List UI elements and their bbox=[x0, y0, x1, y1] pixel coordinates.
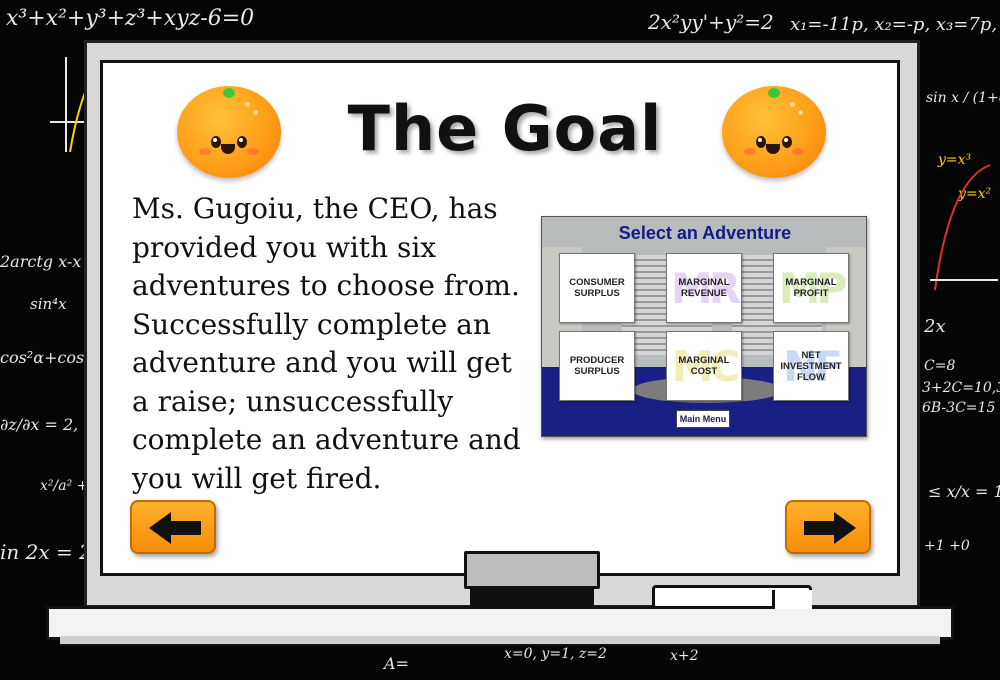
adventure-card: NF Net Investment Flow bbox=[773, 331, 849, 401]
adventure-preview-title: Select an Adventure bbox=[618, 223, 792, 243]
adventure-card-label: Marginal Revenue bbox=[678, 277, 730, 299]
arrow-left-icon bbox=[149, 512, 201, 544]
formula: 2x bbox=[924, 316, 946, 337]
adventure-card: MP Marginal Profit bbox=[773, 253, 849, 323]
main-menu-label: Main Menu bbox=[676, 410, 730, 428]
adventure-preview-image: Select an Adventure Consumer Surplus MR … bbox=[541, 216, 867, 437]
formula: 6B-3C=15 bbox=[922, 400, 996, 416]
red-curve-sketch bbox=[930, 164, 998, 291]
next-button[interactable] bbox=[785, 500, 871, 554]
marker-cap bbox=[772, 590, 812, 609]
orange-mascot-icon bbox=[722, 86, 826, 178]
formula: x+2 bbox=[670, 648, 699, 664]
formula: x₁=-11p, x₂=-p, x₃=7p, p∈R bbox=[790, 14, 1000, 35]
formula: in 2x = 2 bbox=[0, 540, 92, 564]
formula: cos²α+cos² bbox=[0, 348, 91, 367]
formula: sin⁴x bbox=[30, 295, 67, 313]
formula: +1 +0 bbox=[924, 538, 970, 554]
adventure-card: MC Marginal Cost bbox=[666, 331, 742, 401]
formula: x=0, y=1, z=2 bbox=[504, 646, 607, 662]
formula: sin x / (1+cos x) bbox=[926, 90, 1000, 106]
orange-mascot-icon bbox=[177, 86, 281, 178]
adventure-card-label: Marginal Profit bbox=[785, 277, 837, 299]
slide-title: The Goal bbox=[347, 92, 663, 165]
adventure-card-label: Net Investment Flow bbox=[780, 349, 842, 383]
adventure-card-label: Producer Surplus bbox=[569, 355, 625, 377]
formula: 2x²yy'+y²=2 bbox=[648, 10, 774, 34]
adventure-card-label: Marginal Cost bbox=[678, 355, 730, 377]
formula: C=8 bbox=[924, 358, 956, 374]
adventure-card: Consumer Surplus bbox=[559, 253, 635, 323]
whiteboard-tray bbox=[46, 606, 954, 640]
slide-body-text: Ms. Gugoiu, the CEO, has provided you wi… bbox=[132, 192, 521, 495]
back-button[interactable] bbox=[130, 500, 216, 554]
whiteboard-tray-lip bbox=[60, 636, 940, 646]
formula: A= bbox=[384, 654, 409, 673]
eraser bbox=[464, 551, 600, 589]
formula: x³+x²+y³+z³+xyz-6=0 bbox=[6, 6, 255, 31]
formula: ≤ x/x = 1 bbox=[928, 482, 1000, 501]
arrow-right-icon bbox=[804, 512, 856, 544]
adventure-card: MR Marginal Revenue bbox=[666, 253, 742, 323]
adventure-card-label: Consumer Surplus bbox=[569, 277, 625, 299]
formula: 3+2C=10,3 bbox=[922, 380, 1000, 396]
formula: 2arctg x-x bbox=[0, 252, 82, 271]
formula: x²/a² + bbox=[40, 478, 89, 494]
adventure-card: Producer Surplus bbox=[559, 331, 635, 401]
